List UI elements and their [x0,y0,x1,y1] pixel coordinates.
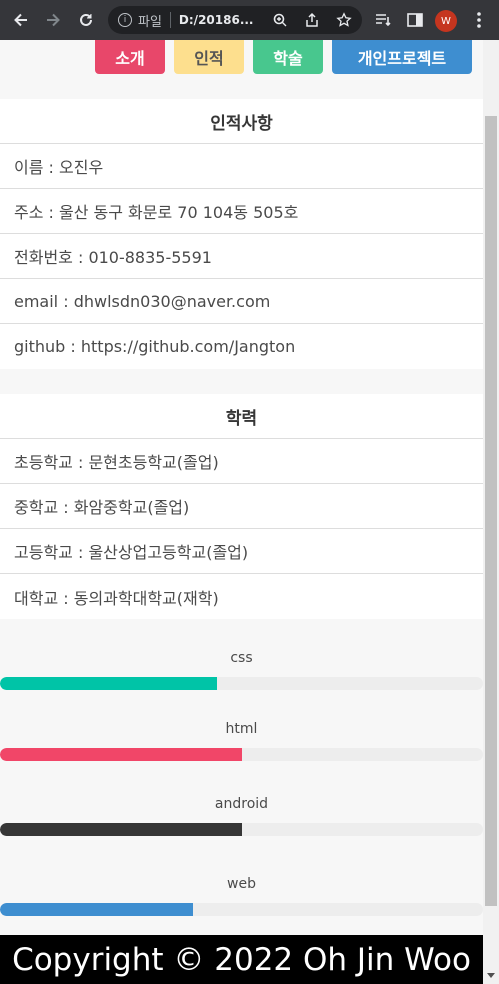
skill-fill-web [0,903,194,916]
scrollbar-thumb[interactable] [485,116,497,906]
reading-list-icon[interactable] [371,8,395,32]
browser-toolbar: i 파일 D:/20186... W [0,0,499,40]
nav-academic-button[interactable]: 학술 [253,40,323,74]
skill-fill-html [0,748,242,761]
nav-intro-button[interactable]: 소개 [95,40,165,74]
side-panel-icon[interactable] [403,8,427,32]
share-icon[interactable] [300,8,324,32]
education-row-middle: 중학교 : 화암중학교(졸업) [0,484,483,529]
address-actions [268,8,356,32]
url-text: D:/20186... [178,13,254,27]
profile-avatar[interactable]: W [435,10,457,32]
info-icon[interactable]: i [118,13,132,27]
education-row-college: 대학교 : 동의과학대학교(재학) [14,588,219,608]
page-content: 소개 인적 학술 개인프로젝트 인적사항 이름 : 오진우 주소 : 울산 동구… [0,40,483,984]
skill-bar-web [0,903,483,916]
education-row-high: 고등학교 : 울산상업고등학교(졸업) [0,529,483,574]
profile-row-phone: 전화번호 : 010-8835-5591 [0,234,483,279]
profile-row-email: email : dhwlsdn030@naver.com [0,279,483,324]
scroll-down-arrow-icon[interactable] [487,973,495,978]
bookmark-star-icon[interactable] [332,8,356,32]
skill-fill-android [0,823,242,836]
skill-bar-html [0,748,483,761]
back-arrow-icon[interactable] [9,8,33,32]
skill-fill-css [0,677,218,690]
skill-bar-css [0,677,483,690]
page-scrollbar[interactable] [483,40,499,984]
profile-title: 인적사항 [0,99,483,144]
forward-arrow-icon[interactable] [41,8,65,32]
education-box: 학력 초등학교 : 문현초등학교(졸업) 중학교 : 화암중학교(졸업) 고등학… [0,394,483,619]
reload-icon[interactable] [74,8,98,32]
education-row-elementary: 초등학교 : 문현초등학교(졸업) [0,439,483,484]
nav-personal-button[interactable]: 인적 [174,40,244,74]
profile-row-name: 이름 : 오진우 [0,144,483,189]
skill-bar-android [0,823,483,836]
nav-projects-button[interactable]: 개인프로젝트 [332,40,472,74]
profile-row-github: github : https://github.com/Jangton [14,337,296,356]
skill-label-web: web [227,876,256,892]
scheme-label: 파일 [138,14,162,30]
more-menu-icon[interactable] [467,8,491,32]
profile-row-address: 주소 : 울산 동구 화문로 70 104동 505호 [0,189,483,234]
profile-box: 인적사항 이름 : 오진우 주소 : 울산 동구 화문로 70 104동 505… [0,99,483,369]
zoom-icon[interactable] [268,8,292,32]
education-title: 학력 [0,394,483,439]
skill-label-html: html [225,721,258,737]
address-separator [169,12,171,28]
skill-label-css: css [230,650,253,666]
top-nav: 소개 인적 학술 개인프로젝트 [0,40,483,74]
skill-label-android: android [214,796,269,812]
footer-copyright: Copyright © 2022 Oh Jin Woo [0,935,483,984]
